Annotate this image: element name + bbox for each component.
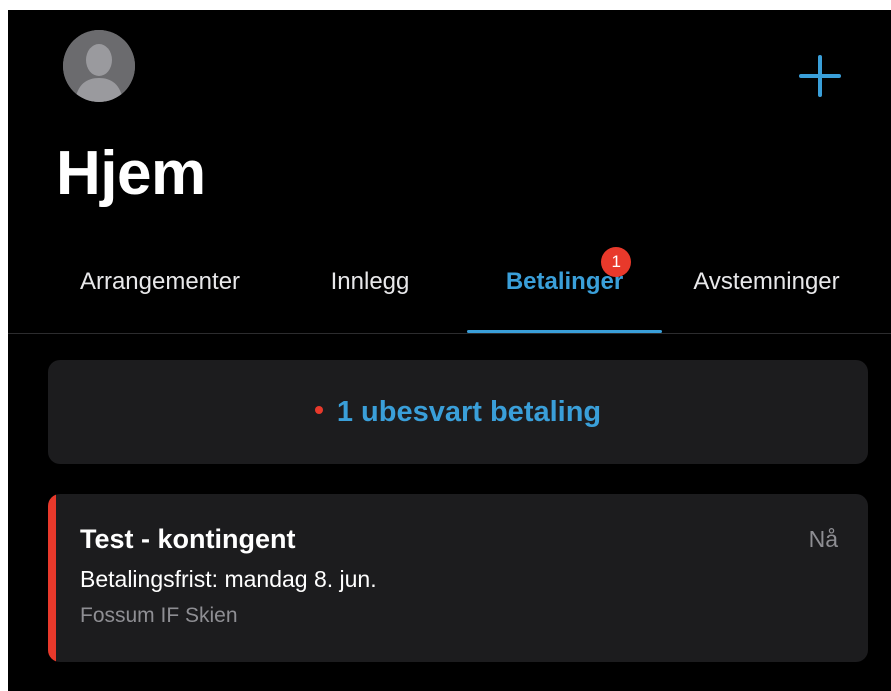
unanswered-indicator-stripe — [48, 494, 56, 662]
tab-bar: Arrangementer Innlegg Betalinger 1 Avste… — [8, 247, 891, 334]
notification-badge: 1 — [601, 247, 632, 277]
payment-card[interactable]: Test - kontingent Nå Betalingsfrist: man… — [48, 494, 868, 662]
tab-label: Arrangementer — [79, 268, 241, 295]
tab-arrangementer[interactable]: Arrangementer — [60, 260, 260, 333]
unanswered-payments-banner[interactable]: 1 ubesvart betaling — [48, 360, 868, 464]
tab-betalinger[interactable]: Betalinger 1 — [467, 247, 662, 333]
profile-avatar[interactable] — [63, 30, 135, 102]
person-placeholder-icon — [63, 30, 135, 102]
banner-text: 1 ubesvart betaling — [336, 396, 602, 428]
tab-label: Avstemninger — [693, 268, 840, 295]
active-tab-indicator — [467, 330, 662, 333]
payment-organization: Fossum IF Skien — [80, 604, 238, 627]
plus-icon — [799, 55, 841, 97]
payment-title: Test - kontingent — [80, 524, 296, 554]
tab-avstemninger[interactable]: Avstemninger — [674, 260, 859, 333]
tab-innlegg[interactable]: Innlegg — [310, 260, 430, 333]
alert-dot-icon — [314, 406, 323, 414]
payment-deadline: Betalingsfrist: mandag 8. jun. — [80, 566, 377, 592]
page-title: Hjem — [56, 139, 206, 208]
payment-time: Nå — [808, 526, 838, 552]
home-screen: Hjem Arrangementer Innlegg Betalinger 1 … — [8, 10, 891, 691]
add-button[interactable] — [798, 54, 842, 98]
tab-label: Innlegg — [330, 268, 410, 295]
